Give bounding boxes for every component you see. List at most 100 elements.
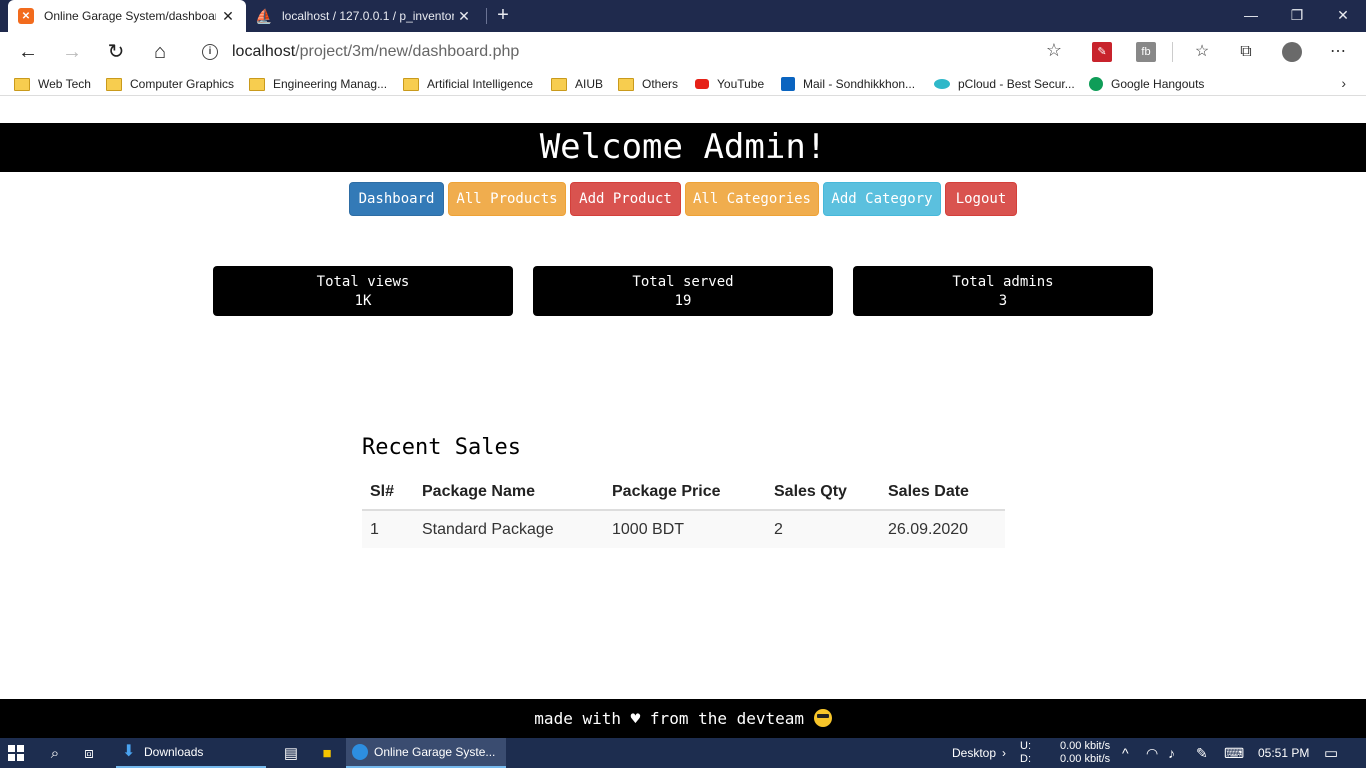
pen-icon[interactable]: ✎ — [1196, 738, 1208, 768]
dashboard-button[interactable]: Dashboard — [349, 182, 444, 216]
bookmark-computer-graphics[interactable]: Computer Graphics — [106, 76, 234, 92]
address-bar[interactable]: i localhost/project/3m/new/dashboard.php… — [188, 36, 1074, 68]
column-header-sl: Sl# — [362, 474, 414, 511]
add-category-button[interactable]: Add Category — [823, 182, 941, 216]
keyboard-icon[interactable]: ⌨ — [1224, 738, 1244, 768]
folder-icon — [551, 77, 567, 91]
bookmark-pcloud[interactable]: pCloud - Best Secur... — [934, 76, 1075, 92]
edge-icon — [352, 744, 368, 760]
bookmarks-bar: Web Tech Computer Graphics Engineering M… — [0, 72, 1366, 96]
chevron-right-icon[interactable]: › — [1341, 75, 1346, 91]
cell-sl: 1 — [362, 510, 414, 548]
bookmark-mail[interactable]: Mail - Sondhikkhon... — [781, 76, 915, 92]
column-header-package-price: Package Price — [604, 474, 766, 511]
close-window-icon[interactable]: ✕ — [1320, 0, 1366, 32]
desktop-toolbar[interactable]: Desktop — [952, 738, 996, 768]
recent-sales-table: Sl# Package Name Package Price Sales Qty… — [362, 474, 1005, 548]
close-tab-icon[interactable]: ✕ — [220, 8, 236, 24]
folder-icon — [618, 77, 634, 91]
windows-taskbar: ⌕ ⧈ ⬇ Downloads ▤ ■ Online Garage Syste.… — [0, 738, 1366, 768]
info-icon[interactable]: i — [202, 44, 218, 60]
hangouts-icon — [1089, 77, 1103, 91]
taskbar-downloads[interactable]: ⬇ Downloads — [116, 738, 266, 768]
all-categories-button[interactable]: All Categories — [685, 182, 819, 216]
minimize-icon[interactable]: — — [1228, 0, 1274, 32]
tab-divider — [486, 8, 487, 24]
page-footer: made with ♥ from the devteam — [0, 699, 1366, 738]
tab-online-garage[interactable]: ✕ Online Garage System/dashboard ✕ — [8, 0, 246, 32]
stat-label: Total admins — [952, 274, 1054, 290]
taskbar-app-icon[interactable]: ▤ — [280, 738, 302, 768]
stat-value: 19 — [674, 293, 692, 309]
sticky-notes-icon[interactable]: ■ — [316, 738, 338, 768]
forward-icon[interactable]: → — [58, 38, 86, 66]
add-product-button[interactable]: Add Product — [570, 182, 681, 216]
column-header-package-name: Package Name — [414, 474, 604, 511]
browser-tab-bar: ✕ Online Garage System/dashboard ✕ ⛵ loc… — [0, 0, 1366, 32]
wifi-icon[interactable]: ◠ — [1146, 738, 1158, 768]
all-products-button[interactable]: All Products — [448, 182, 566, 216]
refresh-icon[interactable]: ↻ — [102, 38, 130, 66]
extension-icon[interactable]: fb — [1136, 42, 1156, 62]
taskbar-edge-window[interactable]: Online Garage Syste... — [346, 738, 506, 768]
page-title: Welcome Admin! — [0, 123, 1366, 172]
favorite-star-icon[interactable]: ☆ — [1046, 40, 1062, 61]
address-url[interactable]: localhost/project/3m/new/dashboard.php — [232, 43, 519, 61]
task-view-icon[interactable]: ⧈ — [78, 738, 100, 768]
cell-sales-date: 26.09.2020 — [880, 510, 1005, 548]
back-icon[interactable]: ← — [14, 38, 42, 66]
more-menu-icon[interactable]: ⋯ — [1328, 42, 1348, 62]
stat-label: Total views — [316, 274, 410, 290]
profile-avatar[interactable] — [1282, 42, 1302, 62]
folder-icon — [14, 77, 30, 91]
close-tab-icon[interactable]: ✕ — [456, 8, 472, 24]
column-header-sales-date: Sales Date — [880, 474, 1005, 511]
net-up-label: U: — [1020, 740, 1031, 752]
youtube-icon — [695, 79, 709, 89]
bookmark-label: Engineering Manag... — [273, 77, 388, 91]
collections-icon[interactable]: ⧉ — [1236, 42, 1256, 62]
column-header-sales-qty: Sales Qty — [766, 474, 880, 511]
bookmark-label: Computer Graphics — [130, 77, 235, 91]
windows-logo-icon — [8, 745, 24, 761]
pdf-extension-icon[interactable]: ✎ — [1092, 42, 1112, 62]
stat-value: 3 — [998, 293, 1008, 309]
desktop-label: Desktop — [952, 746, 997, 760]
chevron-right-icon[interactable]: › — [1002, 738, 1006, 768]
xampp-icon: ✕ — [18, 8, 34, 24]
new-tab-icon[interactable]: + — [492, 4, 514, 26]
show-hidden-icons-icon[interactable]: ^ — [1122, 738, 1129, 768]
bookmark-others[interactable]: Others — [618, 76, 678, 92]
tab-phpmyadmin[interactable]: ⛵ localhost / 127.0.0.1 / p_inventory ✕ — [250, 0, 482, 32]
bookmark-web-tech[interactable]: Web Tech — [14, 76, 91, 92]
bookmark-engineering-management[interactable]: Engineering Manag... — [249, 76, 387, 92]
start-button[interactable] — [8, 738, 30, 768]
toolbar-divider — [1172, 42, 1173, 62]
bookmark-youtube[interactable]: YouTube — [695, 76, 764, 92]
home-icon[interactable]: ⌂ — [146, 38, 174, 66]
logout-button[interactable]: Logout — [945, 182, 1017, 216]
cell-package-name: Standard Package — [414, 510, 604, 548]
pcloud-icon — [934, 79, 950, 89]
tab-title: localhost / 127.0.0.1 / p_inventory — [282, 9, 454, 23]
restore-icon[interactable]: ❐ — [1274, 0, 1320, 32]
bookmark-google-hangouts[interactable]: Google Hangouts — [1089, 76, 1204, 92]
cell-package-price: 1000 BDT — [604, 510, 766, 548]
favorites-icon[interactable]: ☆ — [1192, 42, 1212, 62]
volume-icon[interactable]: ♪ — [1168, 738, 1175, 768]
clock[interactable]: 05:51 PM — [1258, 738, 1309, 768]
net-down-value: 0.00 kbit/s — [1060, 753, 1111, 765]
bookmark-artificial-intelligence[interactable]: Artificial Intelligence — [403, 76, 533, 92]
stat-card-admins: Total admins 3 — [853, 266, 1153, 316]
notifications-icon[interactable]: ▭ — [1324, 738, 1338, 768]
admin-nav: Dashboard All Products Add Product All C… — [0, 182, 1366, 216]
folder-icon — [249, 77, 265, 91]
footer-text-after: from the devteam — [649, 709, 805, 728]
heart-icon: ♥ — [630, 709, 641, 728]
bookmark-label: Artificial Intelligence — [427, 77, 534, 91]
search-icon[interactable]: ⌕ — [44, 738, 66, 768]
bookmark-label: Others — [642, 77, 679, 91]
outlook-icon — [781, 77, 795, 91]
net-speed: 0.00 kbit/s 0.00 kbit/s — [1060, 740, 1110, 766]
bookmark-aiub[interactable]: AIUB — [551, 76, 603, 92]
